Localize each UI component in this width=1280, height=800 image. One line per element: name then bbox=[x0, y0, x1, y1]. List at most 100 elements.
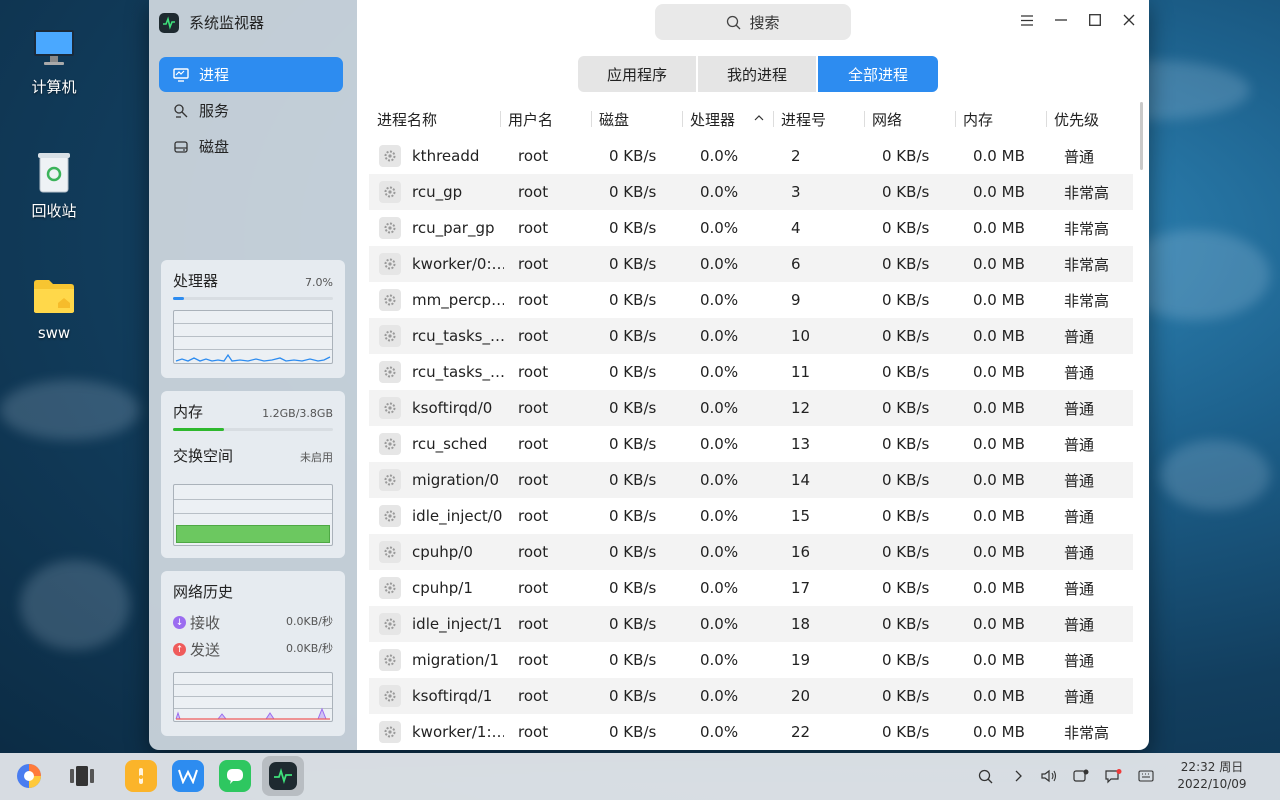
table-row[interactable]: kworker/1:… root 0 KB/s 0.0% 22 0 KB/s 0.0 MB 非… bbox=[369, 714, 1133, 750]
table-row[interactable]: cpuhp/0 root 0 KB/s 0.0% 16 0 KB/s 0.0 MB 普通 bbox=[369, 534, 1133, 570]
tray-expand[interactable] bbox=[1009, 767, 1027, 785]
keyboard-icon bbox=[1138, 770, 1154, 782]
receive-row: ↓ 接收 bbox=[173, 612, 220, 633]
cell-disk: 0 KB/s bbox=[609, 687, 657, 705]
taskbar-wechat[interactable] bbox=[219, 760, 251, 792]
cpu-label: 处理器 bbox=[173, 272, 219, 290]
monitor-icon bbox=[173, 67, 189, 82]
tab-applications[interactable]: 应用程序 bbox=[578, 56, 698, 92]
cell-disk: 0 KB/s bbox=[609, 471, 657, 489]
taskbar-browser[interactable] bbox=[13, 760, 45, 792]
cell-user: root bbox=[518, 687, 549, 705]
clock-time: 22:32 周日 bbox=[1180, 760, 1244, 774]
desktop-icon-label: 回收站 bbox=[31, 202, 77, 220]
table-header: 进程名称 用户名 磁盘 处理器 进程号 网络 内存 优先级 bbox=[369, 102, 1133, 136]
cell-pid: 18 bbox=[791, 615, 811, 633]
cell-user: root bbox=[518, 435, 549, 453]
table-row[interactable]: rcu_par_gp root 0 KB/s 0.0% 4 0 KB/s 0.0 MB 非常高 bbox=[369, 210, 1133, 246]
table-row[interactable]: rcu_sched root 0 KB/s 0.0% 13 0 KB/s 0.0 MB 普通 bbox=[369, 426, 1133, 462]
taskbar-system-monitor[interactable] bbox=[262, 756, 304, 796]
cell-disk: 0 KB/s bbox=[609, 327, 657, 345]
tray-messages[interactable] bbox=[1104, 767, 1122, 785]
maximize-button[interactable] bbox=[1085, 10, 1105, 30]
process-tabs: 应用程序 我的进程 全部进程 bbox=[578, 56, 938, 92]
taskbar-file-manager[interactable] bbox=[125, 760, 157, 792]
table-row[interactable]: cpuhp/1 root 0 KB/s 0.0% 17 0 KB/s 0.0 MB 普通 bbox=[369, 570, 1133, 606]
table-row[interactable]: kthreadd root 0 KB/s 0.0% 2 0 KB/s 0.0 MB 普通 bbox=[369, 138, 1133, 174]
memory-graph-fill bbox=[176, 525, 330, 543]
cell-network: 0 KB/s bbox=[882, 291, 930, 309]
column-header-cpu[interactable]: 处理器 bbox=[682, 102, 773, 136]
tray-volume[interactable] bbox=[1040, 767, 1058, 785]
column-header-user[interactable]: 用户名 bbox=[500, 102, 591, 136]
cpu-value: 7.0% bbox=[305, 276, 333, 289]
column-header-name[interactable]: 进程名称 bbox=[369, 102, 509, 136]
cell-disk: 0 KB/s bbox=[609, 435, 657, 453]
menu-button[interactable] bbox=[1017, 10, 1037, 30]
taskbar-wps[interactable] bbox=[172, 760, 204, 792]
tray-notification[interactable] bbox=[1072, 767, 1090, 785]
table-row[interactable]: migration/1 root 0 KB/s 0.0% 19 0 KB/s 0.0 MB 普… bbox=[369, 642, 1133, 678]
cell-network: 0 KB/s bbox=[882, 255, 930, 273]
tab-all-processes[interactable]: 全部进程 bbox=[818, 56, 938, 92]
cell-priority: 非常高 bbox=[1064, 183, 1110, 202]
sidebar-item-services[interactable]: 服务 bbox=[159, 93, 343, 128]
process-gear-icon bbox=[379, 397, 401, 419]
cell-cpu: 0.0% bbox=[700, 363, 739, 381]
tray-search[interactable] bbox=[976, 767, 994, 785]
table-row[interactable]: kworker/0:… root 0 KB/s 0.0% 6 0 KB/s 0.0 MB 非常… bbox=[369, 246, 1133, 282]
cell-priority: 普通 bbox=[1064, 579, 1095, 598]
process-gear-icon bbox=[379, 325, 401, 347]
column-header-label: 网络 bbox=[872, 110, 903, 129]
sidebar-item-processes[interactable]: 进程 bbox=[159, 57, 343, 92]
send-row: ↑ 发送 bbox=[173, 639, 220, 660]
desktop-icon-trash[interactable]: 回收站 bbox=[14, 148, 94, 221]
cell-process-name: kworker/0:… bbox=[412, 255, 504, 273]
table-row[interactable]: rcu_tasks_… root 0 KB/s 0.0% 10 0 KB/s 0.0 MB 普… bbox=[369, 318, 1133, 354]
cell-memory: 0.0 MB bbox=[973, 435, 1025, 453]
table-row[interactable]: idle_inject/1 root 0 KB/s 0.0% 18 0 KB/s 0.0 M… bbox=[369, 606, 1133, 642]
sidebar-item-disks[interactable]: 磁盘 bbox=[159, 129, 343, 164]
cell-user: root bbox=[518, 327, 549, 345]
minimize-button[interactable] bbox=[1051, 10, 1071, 30]
memory-label: 内存 bbox=[173, 403, 204, 421]
cell-pid: 4 bbox=[791, 219, 801, 237]
column-header-network[interactable]: 网络 bbox=[864, 102, 955, 136]
cell-process-name: kworker/1:… bbox=[412, 723, 504, 741]
table-row[interactable]: idle_inject/0 root 0 KB/s 0.0% 15 0 KB/s 0.0 M… bbox=[369, 498, 1133, 534]
cell-user: root bbox=[518, 579, 549, 597]
tab-my-processes[interactable]: 我的进程 bbox=[698, 56, 818, 92]
table-row[interactable]: rcu_gp root 0 KB/s 0.0% 3 0 KB/s 0.0 MB 非常高 bbox=[369, 174, 1133, 210]
cell-priority: 普通 bbox=[1064, 471, 1095, 490]
wechat-icon bbox=[227, 769, 243, 784]
cell-process-name: cpuhp/1 bbox=[412, 579, 473, 597]
tray-keyboard[interactable] bbox=[1137, 767, 1155, 785]
close-button[interactable] bbox=[1119, 10, 1139, 30]
column-header-pid[interactable]: 进程号 bbox=[773, 102, 864, 136]
taskbar-multitask-view[interactable] bbox=[66, 760, 98, 792]
cell-memory: 0.0 MB bbox=[973, 615, 1025, 633]
column-header-priority[interactable]: 优先级 bbox=[1046, 102, 1133, 136]
receive-label: 接收 bbox=[190, 614, 221, 632]
search-icon bbox=[978, 769, 992, 783]
table-row[interactable]: mm_percp… root 0 KB/s 0.0% 9 0 KB/s 0.0 MB 非常高 bbox=[369, 282, 1133, 318]
process-gear-icon bbox=[379, 721, 401, 743]
cell-memory: 0.0 MB bbox=[973, 579, 1025, 597]
column-header-memory[interactable]: 内存 bbox=[955, 102, 1046, 136]
cell-user: root bbox=[518, 615, 549, 633]
memory-bar-fill bbox=[173, 428, 224, 431]
clock[interactable]: 22:32 周日 2022/10/09 bbox=[1168, 759, 1256, 793]
desktop-icon-computer[interactable]: 计算机 bbox=[14, 24, 94, 97]
table-row[interactable]: migration/0 root 0 KB/s 0.0% 14 0 KB/s 0.0 MB 普… bbox=[369, 462, 1133, 498]
table-row[interactable]: ksoftirqd/1 root 0 KB/s 0.0% 20 0 KB/s 0.0 MB 普… bbox=[369, 678, 1133, 714]
clock-date: 2022/10/09 bbox=[1177, 777, 1247, 791]
search-box[interactable]: 搜索 bbox=[655, 4, 851, 40]
table-row[interactable]: rcu_tasks_… root 0 KB/s 0.0% 11 0 KB/s 0.0 MB 普… bbox=[369, 354, 1133, 390]
cell-user: root bbox=[518, 399, 549, 417]
column-header-disk[interactable]: 磁盘 bbox=[591, 102, 682, 136]
cell-user: root bbox=[518, 147, 549, 165]
desktop-icon-folder[interactable]: sww bbox=[14, 272, 94, 342]
process-gear-icon bbox=[379, 253, 401, 275]
table-row[interactable]: ksoftirqd/0 root 0 KB/s 0.0% 12 0 KB/s 0.0 MB 普… bbox=[369, 390, 1133, 426]
table-scrollbar[interactable] bbox=[1140, 102, 1143, 170]
